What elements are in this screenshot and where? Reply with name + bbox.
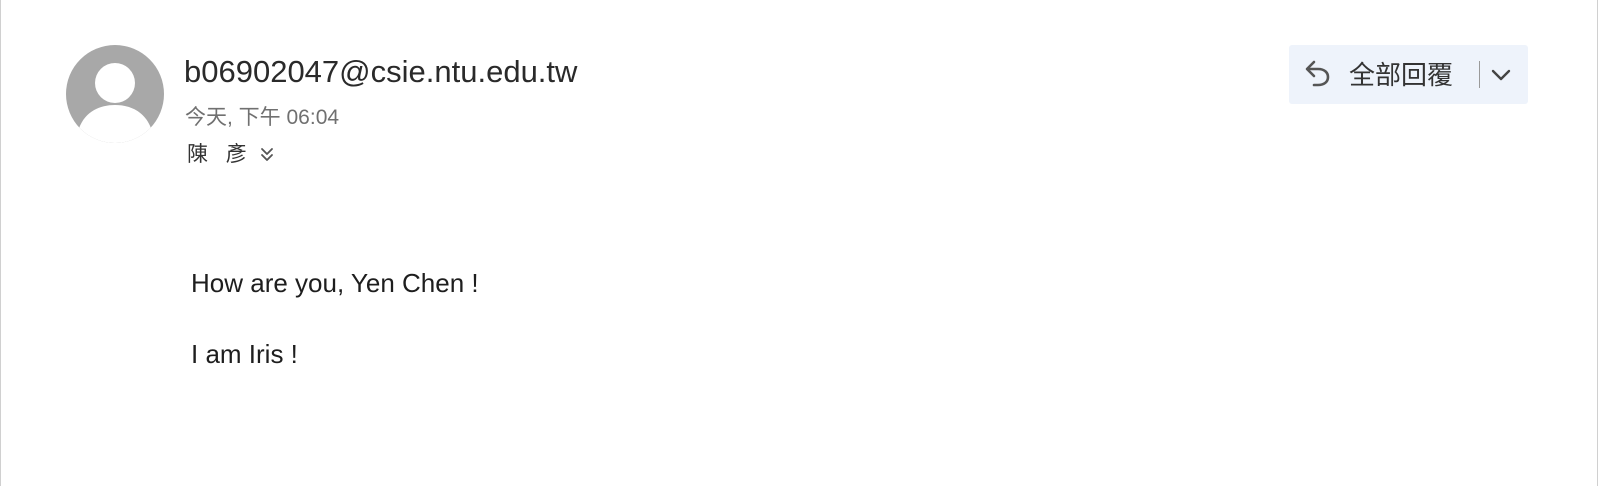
user-silhouette-icon bbox=[76, 63, 154, 143]
message-body: How are you, Yen Chen ! I am Iris ! bbox=[191, 266, 479, 371]
reply-all-label: 全部回覆 bbox=[1349, 60, 1454, 90]
recipient-name[interactable]: 陳 彥 bbox=[187, 141, 253, 169]
reply-all-button[interactable]: 全部回覆 bbox=[1289, 45, 1528, 104]
email-message-pane: b06902047@csie.ntu.edu.tw 今天, 下午 06:04 陳… bbox=[0, 0, 1598, 486]
body-line: I am Iris ! bbox=[191, 339, 298, 369]
button-divider bbox=[1479, 61, 1480, 88]
chevron-down-icon[interactable] bbox=[1489, 63, 1513, 87]
double-chevron-down-icon[interactable] bbox=[259, 146, 275, 164]
body-line: How are you, Yen Chen ! bbox=[191, 268, 479, 298]
reply-all-icon bbox=[1303, 58, 1333, 90]
sender-email[interactable]: b06902047@csie.ntu.edu.tw bbox=[184, 52, 577, 92]
recipient-row: 陳 彥 bbox=[187, 141, 275, 169]
message-timestamp: 今天, 下午 06:04 bbox=[185, 106, 340, 129]
sender-avatar[interactable] bbox=[66, 45, 164, 143]
